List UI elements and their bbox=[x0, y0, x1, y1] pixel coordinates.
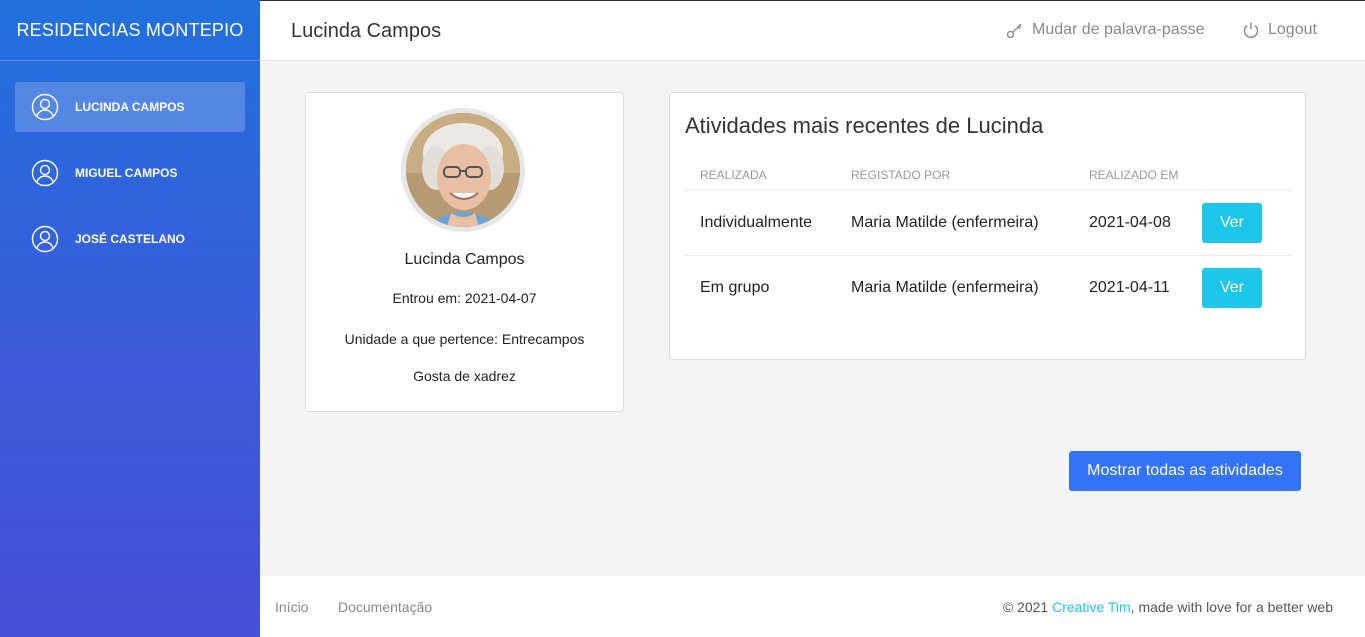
user-circle-icon bbox=[31, 225, 59, 253]
activities-table: REALIZADA REGISTADO POR REALIZADO EM Ind… bbox=[685, 160, 1291, 320]
table-header-row: REALIZADA REGISTADO POR REALIZADO EM bbox=[685, 160, 1291, 191]
cell-realizado-em: 2021-04-08 bbox=[1074, 190, 1194, 256]
logout-link[interactable]: Logout bbox=[1242, 21, 1317, 39]
column-header-realizado-em: REALIZADO EM bbox=[1074, 160, 1194, 191]
table-row: Individualmente Maria Matilde (enfermeir… bbox=[685, 190, 1291, 256]
cell-actions: Ver bbox=[1194, 190, 1291, 256]
power-icon bbox=[1243, 22, 1259, 38]
copyright-prefix: © 2021 bbox=[1002, 599, 1053, 615]
brand-logo-text[interactable]: RESIDENCIAS MONTEPIO bbox=[0, 0, 260, 61]
sidebar-item-lucinda-campos[interactable]: LUCINDA CAMPOS bbox=[15, 82, 245, 132]
change-password-link[interactable]: Mudar de palavra-passe bbox=[1006, 21, 1205, 39]
column-header-actions bbox=[1194, 160, 1291, 191]
cell-registado-por: Maria Matilde (enfermeira) bbox=[851, 278, 1039, 296]
table-row: Em grupo Maria Matilde (enfermeira) 2021… bbox=[685, 255, 1291, 320]
avatar bbox=[401, 108, 525, 232]
user-circle-icon bbox=[31, 93, 59, 121]
sidebar-item-jose-castelano[interactable]: JOSÉ CASTELANO bbox=[15, 214, 245, 264]
cell-realizado-em: 2021-04-11 bbox=[1089, 278, 1170, 296]
show-all-activities-button[interactable]: Mostrar todas as atividades bbox=[1069, 451, 1301, 491]
cell-actions: Ver bbox=[1194, 255, 1291, 320]
profile-joined-date: Entrou em: 2021-04-07 bbox=[392, 290, 537, 306]
sidebar-item-miguel-campos[interactable]: MIGUEL CAMPOS bbox=[15, 148, 245, 198]
sidebar-item-label: MIGUEL CAMPOS bbox=[75, 166, 178, 180]
activities-title: Atividades mais recentes de Lucinda bbox=[685, 113, 1044, 138]
sidebar: RESIDENCIAS MONTEPIO LUCINDA CAMPOS MIGU… bbox=[0, 0, 260, 637]
footer-link-documentacao[interactable]: Documentação bbox=[338, 599, 432, 615]
footer: Início Documentação © 2021 Creative Tim,… bbox=[260, 575, 1365, 637]
copyright: © 2021 Creative Tim, made with love for … bbox=[1003, 599, 1333, 615]
sidebar-item-label: JOSÉ CASTELANO bbox=[75, 232, 186, 246]
cell-realizada: Em grupo bbox=[700, 278, 770, 296]
top-navbar: Lucinda Campos Mudar de palavra-passe Lo… bbox=[260, 0, 1365, 61]
change-password-label: Mudar de palavra-passe bbox=[1032, 21, 1205, 38]
profile-unit: Unidade a que pertence: Entrecampos bbox=[344, 331, 585, 347]
column-header-realizada: REALIZADA bbox=[685, 160, 836, 191]
cell-registado-por: Maria Matilde (enfermeira) bbox=[836, 190, 1074, 256]
view-activity-button[interactable]: Ver bbox=[1202, 202, 1262, 243]
view-activity-button[interactable]: Ver bbox=[1202, 267, 1262, 308]
profile-note: Gosta de xadrez bbox=[413, 368, 516, 384]
key-icon bbox=[1006, 23, 1022, 39]
cell-realizada: Individualmente bbox=[685, 190, 836, 256]
copyright-suffix: , made with love for a better web bbox=[1130, 599, 1333, 615]
column-header-registado-por: REGISTADO POR bbox=[836, 160, 1074, 191]
profile-card: Lucinda Campos Entrou em: 2021-04-07 Uni… bbox=[305, 92, 624, 412]
page-title: Lucinda Campos bbox=[291, 20, 442, 42]
sidebar-item-label: LUCINDA CAMPOS bbox=[75, 100, 185, 114]
user-circle-icon bbox=[31, 159, 59, 187]
logout-label: Logout bbox=[1268, 21, 1317, 38]
footer-link-inicio[interactable]: Início bbox=[275, 599, 308, 615]
creative-tim-link[interactable]: Creative Tim bbox=[1052, 599, 1131, 615]
sidebar-nav: LUCINDA CAMPOS MIGUEL CAMPOS JOSÉ CASTEL… bbox=[0, 61, 260, 264]
profile-name: Lucinda Campos bbox=[404, 251, 525, 268]
recent-activities-card: Atividades mais recentes de Lucinda REAL… bbox=[669, 92, 1306, 360]
